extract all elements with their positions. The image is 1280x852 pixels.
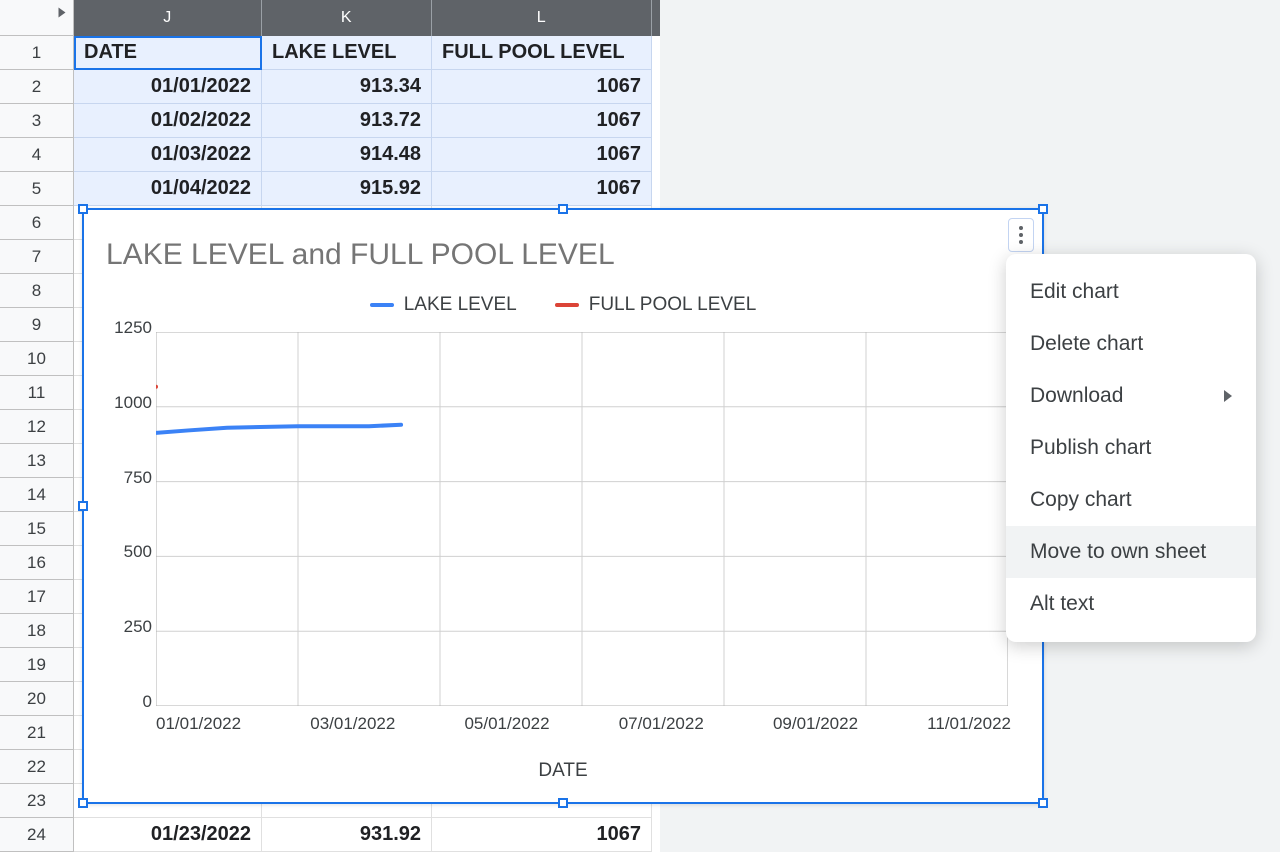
x-axis-labels: 01/01/2022 03/01/2022 05/01/2022 07/01/2022… xyxy=(156,714,1011,734)
menu-item-label: Copy chart xyxy=(1030,488,1132,512)
row-header[interactable]: 21 xyxy=(0,716,74,750)
row-header[interactable]: 24 xyxy=(0,818,74,852)
row-header[interactable]: 7 xyxy=(0,240,74,274)
x-axis-title: DATE xyxy=(84,760,1042,782)
resize-handle-s[interactable] xyxy=(558,798,568,808)
cell-header-date[interactable]: DATE xyxy=(74,36,262,70)
chart-context-menu: Edit chart Delete chart Download Publish ch… xyxy=(1006,254,1256,642)
resize-handle-n[interactable] xyxy=(558,204,568,214)
chart-plot xyxy=(156,332,1008,706)
legend-label: FULL POOL LEVEL xyxy=(589,294,757,316)
cell-lake[interactable]: 913.34 xyxy=(262,70,432,104)
y-tick: 1000 xyxy=(114,393,152,413)
col-header-K[interactable]: K xyxy=(262,0,432,36)
triangle-icon xyxy=(59,8,66,18)
cell-lake[interactable]: 931.92 xyxy=(262,818,432,852)
row-header[interactable]: 23 xyxy=(0,784,74,818)
row-header[interactable]: 3 xyxy=(0,104,74,138)
cell-lake[interactable]: 915.92 xyxy=(262,172,432,206)
column-headers: J K L xyxy=(0,0,660,36)
y-tick: 1250 xyxy=(114,318,152,338)
chart-title: LAKE LEVEL and FULL POOL LEVEL xyxy=(106,238,615,272)
select-all-corner[interactable] xyxy=(0,0,74,36)
legend-item-pool: FULL POOL LEVEL xyxy=(555,294,757,316)
row-header[interactable]: 12 xyxy=(0,410,74,444)
row-header[interactable]: 9 xyxy=(0,308,74,342)
resize-handle-se[interactable] xyxy=(1038,798,1048,808)
row-header[interactable]: 22 xyxy=(0,750,74,784)
cell-date[interactable]: 01/02/2022 xyxy=(74,104,262,138)
cell-date[interactable]: 01/01/2022 xyxy=(74,70,262,104)
x-tick: 11/01/2022 xyxy=(927,714,1011,734)
row-header[interactable]: 20 xyxy=(0,682,74,716)
row-header[interactable]: 15 xyxy=(0,512,74,546)
menu-item-publish-chart[interactable]: Publish chart xyxy=(1006,422,1256,474)
row-header[interactable]: 2 xyxy=(0,70,74,104)
chart-series-line xyxy=(156,425,401,433)
row-header[interactable]: 5 xyxy=(0,172,74,206)
cell-date[interactable]: 01/04/2022 xyxy=(74,172,262,206)
cell-lake[interactable]: 913.72 xyxy=(262,104,432,138)
cell-header-pool[interactable]: FULL POOL LEVEL xyxy=(432,36,652,70)
y-tick: 0 xyxy=(143,692,152,712)
resize-handle-nw[interactable] xyxy=(78,204,88,214)
resize-handle-w[interactable] xyxy=(78,501,88,511)
row-header[interactable]: 17 xyxy=(0,580,74,614)
cell-pool[interactable]: 1067 xyxy=(432,818,652,852)
x-tick: 03/01/2022 xyxy=(310,714,395,734)
col-header-J[interactable]: J xyxy=(74,0,262,36)
legend-swatch-blue xyxy=(370,303,394,307)
menu-item-alt-text[interactable]: Alt text xyxy=(1006,578,1256,630)
cell-pool[interactable]: 1067 xyxy=(432,172,652,206)
menu-item-label: Download xyxy=(1030,384,1123,408)
menu-item-label: Move to own sheet xyxy=(1030,540,1206,564)
x-tick: 05/01/2022 xyxy=(464,714,549,734)
resize-handle-ne[interactable] xyxy=(1038,204,1048,214)
x-tick: 07/01/2022 xyxy=(619,714,704,734)
cell-date[interactable]: 01/23/2022 xyxy=(74,818,262,852)
menu-item-download[interactable]: Download xyxy=(1006,370,1256,422)
row-header[interactable]: 1 xyxy=(0,36,74,70)
menu-item-edit-chart[interactable]: Edit chart xyxy=(1006,266,1256,318)
row-header[interactable]: 6 xyxy=(0,206,74,240)
y-tick: 750 xyxy=(124,468,152,488)
menu-item-label: Delete chart xyxy=(1030,332,1143,356)
cell-pool[interactable]: 1067 xyxy=(432,70,652,104)
cell-date[interactable]: 01/03/2022 xyxy=(74,138,262,172)
row-header[interactable]: 8 xyxy=(0,274,74,308)
y-tick: 500 xyxy=(124,542,152,562)
menu-item-label: Edit chart xyxy=(1030,280,1119,304)
submenu-arrow-icon xyxy=(1224,390,1232,402)
legend-label: LAKE LEVEL xyxy=(404,294,517,316)
chart-menu-button[interactable] xyxy=(1008,218,1034,252)
cell-lake[interactable]: 914.48 xyxy=(262,138,432,172)
col-header-L[interactable]: L xyxy=(432,0,652,36)
x-tick: 09/01/2022 xyxy=(773,714,858,734)
menu-item-move-to-own-sheet[interactable]: Move to own sheet xyxy=(1006,526,1256,578)
row-header[interactable]: 19 xyxy=(0,648,74,682)
chart-legend: LAKE LEVEL FULL POOL LEVEL xyxy=(84,294,1042,316)
chart-object[interactable]: LAKE LEVEL and FULL POOL LEVEL LAKE LEVE… xyxy=(82,208,1044,804)
row-header[interactable]: 10 xyxy=(0,342,74,376)
x-tick: 01/01/2022 xyxy=(156,714,241,734)
menu-item-delete-chart[interactable]: Delete chart xyxy=(1006,318,1256,370)
y-axis-labels: 025050075010001250 xyxy=(102,328,152,706)
resize-handle-sw[interactable] xyxy=(78,798,88,808)
cell-pool[interactable]: 1067 xyxy=(432,138,652,172)
row-header[interactable]: 13 xyxy=(0,444,74,478)
row-header[interactable]: 11 xyxy=(0,376,74,410)
y-tick: 250 xyxy=(124,617,152,637)
row-header[interactable]: 16 xyxy=(0,546,74,580)
legend-swatch-red xyxy=(555,303,579,307)
menu-item-copy-chart[interactable]: Copy chart xyxy=(1006,474,1256,526)
row-header[interactable]: 14 xyxy=(0,478,74,512)
row-header[interactable]: 4 xyxy=(0,138,74,172)
cell-pool[interactable]: 1067 xyxy=(432,104,652,138)
row-header[interactable]: 18 xyxy=(0,614,74,648)
menu-item-label: Alt text xyxy=(1030,592,1094,616)
menu-item-label: Publish chart xyxy=(1030,436,1151,460)
cell-header-lake[interactable]: LAKE LEVEL xyxy=(262,36,432,70)
legend-item-lake: LAKE LEVEL xyxy=(370,294,517,316)
